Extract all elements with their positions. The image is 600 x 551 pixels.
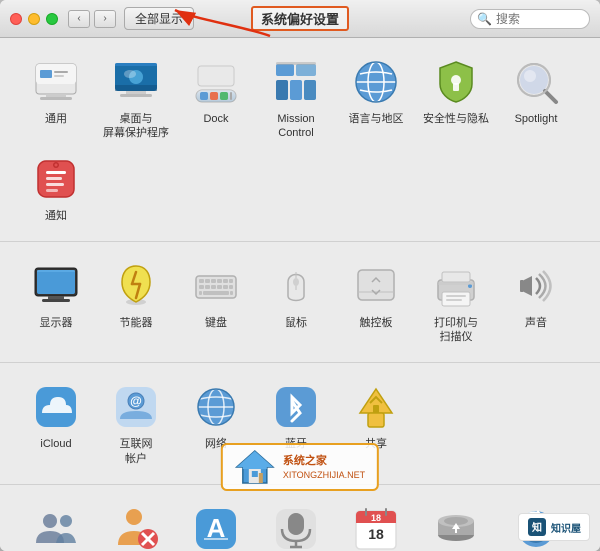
show-all-button[interactable]: 全部显示 [124,7,194,30]
mouse-icon [270,260,322,312]
personal-section: 通用 桌面与 屏幕 [0,38,600,242]
sound-icon-item[interactable]: 声音 [496,254,576,351]
internet-accounts-icon: @ [110,381,162,433]
language-icon [350,56,402,108]
notifications-icon [30,153,82,205]
svg-text:知: 知 [531,521,542,534]
keyboard-icon-item[interactable]: 键盘 [176,254,256,351]
internet-accounts-icon-item[interactable]: @ 互联网 帐户 [96,375,176,472]
system-icons-grid: 用户与群组 家长控制 [16,497,584,551]
printer-label: 打印机与 扫描仪 [434,316,478,345]
security-label: 安全性与隐私 [423,112,489,126]
sound-label: 声音 [525,316,547,330]
general-icon-item[interactable]: 通用 [16,50,96,147]
appstore-icon-item[interactable]: A App Store [176,497,256,551]
dock-icon-item[interactable]: Dock [176,50,256,147]
svg-text:18: 18 [371,513,381,523]
dock-label: Dock [203,112,228,126]
watermark2-icon: 知 [527,517,547,537]
displays-icon [30,260,82,312]
hardware-icons-grid: 显示器 节能器 [16,254,584,351]
startup-icon [430,503,482,551]
watermark-text-block: 系统之家 XITONGZHIJIA.NET [283,454,365,479]
appstore-icon: A [190,503,242,551]
security-icon [430,56,482,108]
personal-icons-grid: 通用 桌面与 屏幕 [16,50,584,229]
system-section: 用户与群组 家长控制 [0,485,600,551]
trackpad-icon [350,260,402,312]
startup-icon-item[interactable]: 启动磁盘 [416,497,496,551]
forward-button[interactable]: › [94,10,116,28]
parental-icon [110,503,162,551]
energy-icon [110,260,162,312]
mission-control-icon-item[interactable]: Mission Control [256,50,336,147]
users-icon [30,503,82,551]
svg-text:18: 18 [368,526,384,542]
svg-text:@: @ [130,394,142,408]
hardware-section: 显示器 节能器 [0,242,600,364]
datetime-icon: 18 18 [350,503,402,551]
dock-icon [190,56,242,108]
watermark-url: XITONGZHIJIA.NET [283,470,365,480]
window-title: 系统偏好设置 [251,6,349,31]
maximize-button[interactable] [46,13,58,25]
sharing-icon [350,381,402,433]
desktop-label: 桌面与 屏幕保护程序 [103,112,169,141]
watermark2-text: 知识屋 [551,520,581,535]
language-icon-item[interactable]: 语言与地区 [336,50,416,147]
displays-label: 显示器 [40,316,73,330]
datetime-icon-item[interactable]: 18 18 日期与时间 [336,497,416,551]
trackpad-icon-item[interactable]: 触控板 [336,254,416,351]
notifications-icon-item[interactable]: 通知 [16,147,96,229]
displays-icon-item[interactable]: 显示器 [16,254,96,351]
watermark-xitongzhijia: 系统之家 XITONGZHIJIA.NET [221,443,379,491]
mouse-label: 鼠标 [285,316,307,330]
general-label: 通用 [45,112,67,126]
spotlight-label: Spotlight [515,112,558,126]
main-window: ‹ › 全部显示 系统偏好设置 🔍 [0,0,600,551]
users-icon-item[interactable]: 用户与群组 [16,497,96,551]
trackpad-label: 触控板 [360,316,393,330]
keyboard-label: 键盘 [205,316,227,330]
desktop-icon-item[interactable]: 桌面与 屏幕保护程序 [96,50,176,147]
keyboard-icon [190,260,242,312]
watermark-site-name: 系统之家 [283,454,365,469]
minimize-button[interactable] [28,13,40,25]
desktop-icon [110,56,162,108]
close-button[interactable] [10,13,22,25]
dictation-icon [270,503,322,551]
search-input[interactable] [496,12,576,26]
spotlight-icon [510,56,562,108]
watermark-house-icon [235,449,275,485]
icloud-label: iCloud [40,437,71,451]
mission-control-icon [270,56,322,108]
sound-icon [510,260,562,312]
icloud-icon-item[interactable]: iCloud [16,375,96,472]
back-button[interactable]: ‹ [68,10,90,28]
mouse-icon-item[interactable]: 鼠标 [256,254,336,351]
internet-accounts-label: 互联网 帐户 [120,437,153,466]
language-label: 语言与地区 [349,112,404,126]
security-icon-item[interactable]: 安全性与隐私 [416,50,496,147]
energy-icon-item[interactable]: 节能器 [96,254,176,351]
content-area: 通用 桌面与 屏幕 [0,38,600,551]
mission-control-label: Mission Control [277,112,314,141]
nav-buttons: ‹ › [68,10,116,28]
spotlight-icon-item[interactable]: Spotlight [496,50,576,147]
search-box[interactable]: 🔍 [470,9,590,29]
energy-label: 节能器 [120,316,153,330]
notifications-label: 通知 [45,209,67,223]
watermark-zhishiwu: 知 知识屋 [518,513,590,541]
printer-icon-item[interactable]: 打印机与 扫描仪 [416,254,496,351]
icloud-icon [30,381,82,433]
bluetooth-icon [270,381,322,433]
printer-icon [430,260,482,312]
dictation-icon-item[interactable]: 听写与语音 [256,497,336,551]
parental-icon-item[interactable]: 家长控制 [96,497,176,551]
titlebar: ‹ › 全部显示 系统偏好设置 🔍 [0,0,600,38]
general-icon [30,56,82,108]
traffic-lights [10,13,58,25]
network-icon [190,381,242,433]
